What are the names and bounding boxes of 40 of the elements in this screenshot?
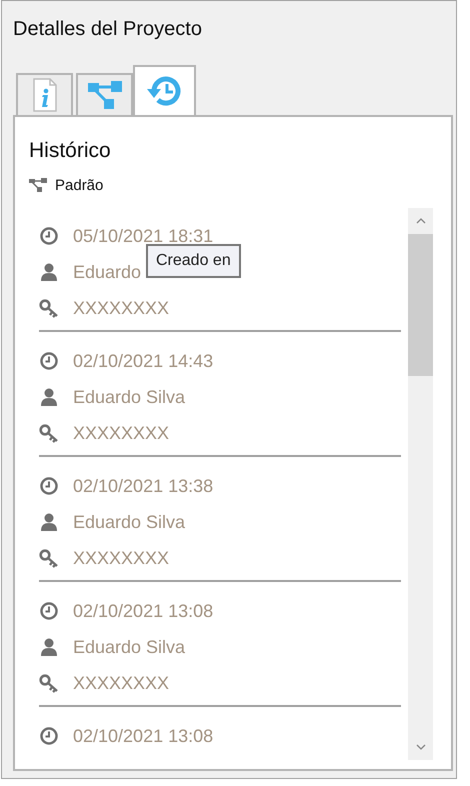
tab[interactable] xyxy=(76,73,133,115)
flowchart-icon xyxy=(86,80,122,110)
history-date: 05/10/2021 18:31 xyxy=(73,226,214,246)
clock-icon xyxy=(39,726,59,746)
scrollbar[interactable] xyxy=(408,208,433,760)
key-icon xyxy=(39,298,59,318)
key-icon xyxy=(39,423,59,443)
branch-label: Padrão xyxy=(55,176,104,194)
section-heading: Histórico xyxy=(29,138,111,164)
history-user: Eduardo xyxy=(73,262,142,282)
history-date: 02/10/2021 13:08 xyxy=(73,726,214,746)
tab[interactable] xyxy=(16,73,73,115)
clock-icon xyxy=(39,226,59,246)
history-key: XXXXXXXX xyxy=(73,422,170,444)
tooltip: Creado en xyxy=(146,244,241,278)
person-icon xyxy=(39,387,59,407)
history-user: Eduardo Silva xyxy=(73,386,186,408)
history-date: 02/10/2021 13:08 xyxy=(73,600,214,622)
person-icon xyxy=(39,262,59,282)
history-key: XXXXXXXX xyxy=(73,298,170,318)
key-icon xyxy=(39,673,59,693)
clock-icon xyxy=(39,351,59,371)
scroll-thumb[interactable] xyxy=(408,234,433,376)
history-date: 02/10/2021 14:43 xyxy=(73,350,214,372)
panel-title: Detalles del Proyecto xyxy=(13,17,202,42)
person-icon xyxy=(39,637,59,657)
history-date: 02/10/2021 13:38 xyxy=(73,476,214,496)
key-icon xyxy=(39,548,59,568)
history-key: XXXXXXXX xyxy=(73,672,170,694)
branch-icon xyxy=(29,178,47,192)
history-user: Eduardo Silva xyxy=(73,636,186,658)
history-user: Eduardo Silva xyxy=(73,512,186,532)
person-icon xyxy=(39,512,59,532)
info-document-icon xyxy=(32,78,56,112)
clock-icon xyxy=(39,476,59,496)
history-key: XXXXXXXX xyxy=(73,548,170,568)
chevron-up-icon xyxy=(416,218,426,224)
chevron-down-icon xyxy=(416,744,426,750)
tab[interactable] xyxy=(133,65,196,115)
clock-icon xyxy=(39,601,59,621)
